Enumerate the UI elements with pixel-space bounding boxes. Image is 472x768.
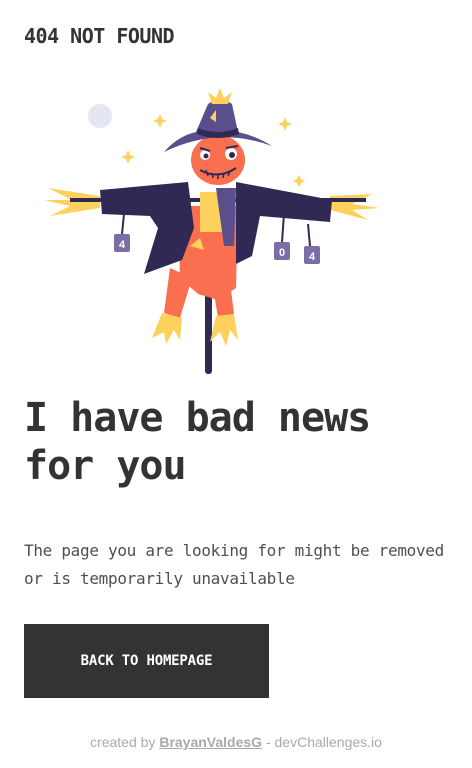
error-description: The page you are looking for might be re… bbox=[24, 541, 444, 588]
author-link[interactable]: BrayanValdesG bbox=[159, 734, 262, 750]
back-to-homepage-button[interactable]: BACK TO HOMEPAGE bbox=[24, 624, 269, 698]
can-icon: 0 bbox=[274, 213, 290, 260]
footer: created by BrayanValdesG - devChallenges… bbox=[0, 734, 472, 750]
moon-icon bbox=[88, 104, 112, 128]
footer-separator: - bbox=[262, 734, 275, 750]
brand-logo[interactable]: 404 NOT FOUND bbox=[24, 24, 175, 48]
can-icon: 4 bbox=[304, 223, 320, 264]
can-icon: 4 bbox=[114, 213, 130, 252]
can-label: 0 bbox=[279, 247, 285, 259]
scarecrow-icon: 4 0 4 bbox=[44, 88, 380, 374]
page-title: I have bad news for you bbox=[24, 395, 371, 489]
footer-prefix: created by bbox=[90, 734, 160, 750]
can-label: 4 bbox=[309, 251, 316, 263]
footer-site: devChallenges.io bbox=[274, 734, 382, 750]
can-label: 4 bbox=[119, 239, 126, 251]
